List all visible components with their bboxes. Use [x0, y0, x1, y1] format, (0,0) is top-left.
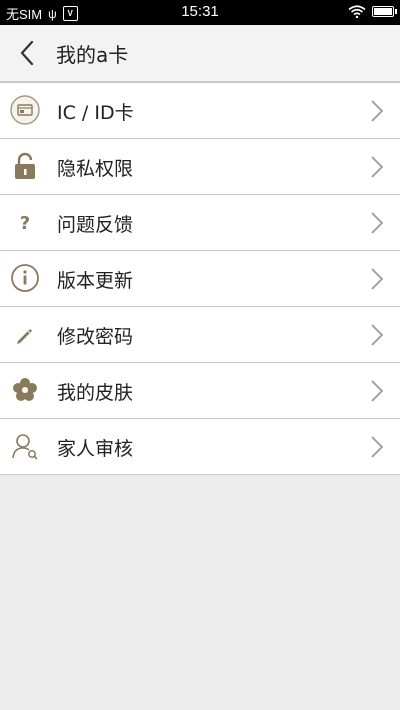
menu-item-label: 家人审核 — [57, 438, 134, 460]
chevron-right-icon — [371, 380, 384, 402]
chevron-right-icon — [371, 100, 384, 122]
wifi-icon — [348, 5, 366, 18]
menu-item-privacy[interactable]: 隐私权限 — [0, 139, 400, 195]
chevron-right-icon — [371, 436, 384, 458]
menu-item-label: IC / ID卡 — [57, 102, 134, 124]
menu-item-label: 我的皮肤 — [57, 382, 134, 404]
battery-icon — [372, 6, 397, 17]
pencil-icon — [17, 329, 32, 344]
chevron-right-icon — [371, 268, 384, 290]
question-icon: ? — [20, 213, 30, 234]
menu-item-feedback[interactable]: ? 问题反馈 — [0, 195, 400, 251]
id-card-icon — [10, 95, 40, 125]
info-icon — [11, 264, 39, 292]
menu-item-family-review[interactable]: 家人审核 — [0, 419, 400, 475]
status-bar: 无SIM ψ V 15:31 — [0, 0, 400, 25]
menu-item-ic-id-card[interactable]: IC / ID卡 — [0, 82, 400, 139]
menu-item-change-password[interactable]: 修改密码 — [0, 307, 400, 363]
chevron-right-icon — [371, 156, 384, 178]
lock-icon — [15, 152, 35, 179]
svg-text:?: ? — [20, 213, 30, 234]
flower-icon — [13, 378, 37, 401]
menu-item-label: 版本更新 — [57, 270, 134, 292]
status-right — [348, 5, 397, 18]
chevron-right-icon — [371, 324, 384, 346]
menu-item-label: 问题反馈 — [57, 214, 134, 236]
menu-item-label: 隐私权限 — [57, 158, 134, 180]
chevron-right-icon — [371, 212, 384, 234]
settings-menu: IC / ID卡 隐私权限 ? 问题反馈 版本更新 修改密码 我的皮肤 家人审核 — [0, 82, 400, 475]
page-title: 我的a卡 — [56, 43, 129, 67]
menu-item-label: 修改密码 — [57, 326, 134, 348]
status-time: 15:31 — [181, 3, 219, 20]
chevron-left-icon — [20, 40, 34, 66]
user-search-icon — [12, 434, 38, 460]
menu-item-version-update[interactable]: 版本更新 — [0, 251, 400, 307]
menu-item-my-skin[interactable]: 我的皮肤 — [0, 363, 400, 419]
back-button[interactable] — [12, 37, 44, 69]
header-bar: 我的a卡 — [0, 25, 400, 82]
